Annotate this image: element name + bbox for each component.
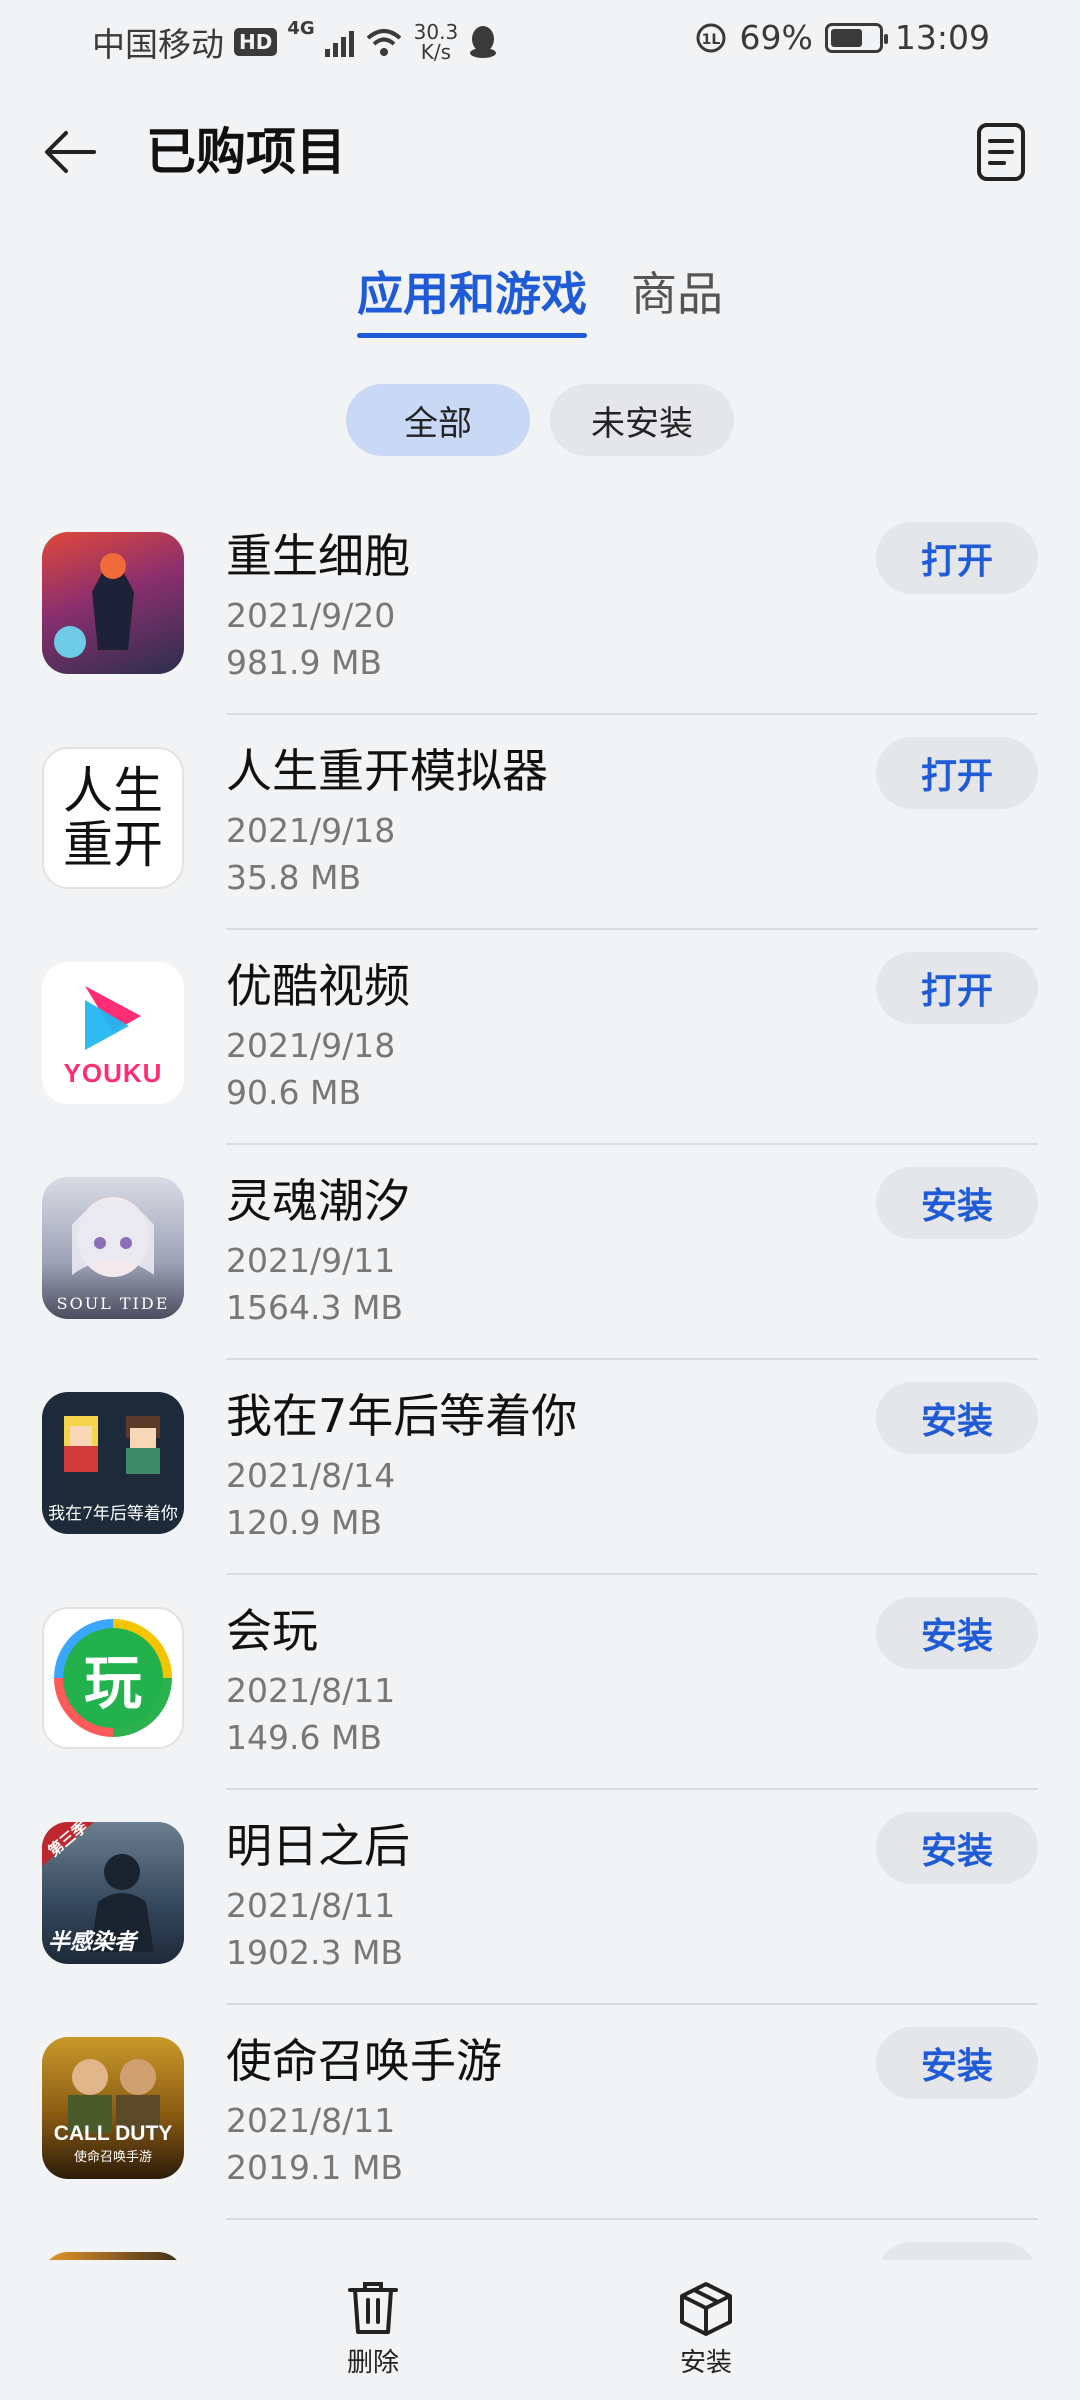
install-button[interactable]: 安装 (876, 1167, 1038, 1239)
huiwan-icon: 玩 (42, 1607, 184, 1749)
install-button[interactable]: 安装 (876, 1382, 1038, 1454)
tab-bar: 应用和游戏 商品 (0, 262, 1080, 338)
open-button[interactable]: 打开 (876, 522, 1038, 594)
purchase-date: 2021/8/11 (226, 2101, 396, 2140)
arrow-left-icon (45, 131, 96, 173)
dead-cells-icon (42, 532, 184, 674)
app-size: 90.6 MB (226, 1073, 362, 1112)
install-button[interactable]: 安装 (876, 2027, 1038, 2099)
filter-chips: 全部 未安装 (0, 384, 1080, 456)
trash-icon (348, 2282, 398, 2334)
document-icon (977, 123, 1025, 181)
install-all-button[interactable]: 安装 (626, 2280, 786, 2379)
app-size: 120.9 MB (226, 1503, 383, 1542)
net-speed: 30.3 K/s (413, 20, 459, 64)
install-button[interactable]: 安装 (876, 1812, 1038, 1884)
orders-button[interactable] (966, 114, 1036, 190)
app-size: 35.8 MB (226, 858, 362, 897)
filter-not-installed[interactable]: 未安装 (550, 384, 734, 456)
app-name: 会玩 (226, 1604, 318, 1658)
call-of-duty-icon: CALL DUTY 使命召唤手游 (42, 2037, 184, 2179)
list-item[interactable]: CALL DUTY 使命召唤手游 使命召唤手游 2021/8/11 2019.1… (0, 2005, 1080, 2220)
status-bar: 中国移动 HD 4G 30.3 K/s 1L 69% 13:09 (0, 0, 1080, 80)
install-label: 安装 (679, 2348, 732, 2378)
open-button[interactable]: 打开 (876, 737, 1038, 809)
data-saver-icon: 1L (696, 23, 726, 52)
app-name: 优酷视频 (226, 959, 410, 1013)
app-list: 重生细胞 2021/9/20 981.9 MB 打开 人生 重开 人生重开模拟器… (0, 500, 1080, 2260)
battery-percent: 69% (739, 18, 813, 57)
back-button[interactable] (38, 120, 102, 184)
clock: 13:09 (894, 18, 990, 57)
install-button[interactable]: 安装 (876, 1597, 1038, 1669)
app-name: 使命召唤手游 (226, 2034, 502, 2088)
list-item[interactable]: SOUL TIDE 灵魂潮汐 2021/9/11 1564.3 MB 安装 (0, 1145, 1080, 1360)
purchase-date: 2021/9/11 (226, 1241, 396, 1280)
soul-tide-icon: SOUL TIDE (42, 1177, 184, 1319)
app-size: 2019.1 MB (226, 2148, 404, 2187)
app-size: 149.6 MB (226, 1718, 383, 1757)
purchase-date: 2021/9/18 (226, 1026, 396, 1065)
open-button[interactable]: 打开 (876, 952, 1038, 1024)
lifeafter-icon: 第三季 半感染者 (42, 1822, 184, 1964)
delete-label: 删除 (346, 2348, 399, 2378)
app-name: 明日之后 (226, 1819, 410, 1873)
purchase-date: 2021/8/11 (226, 1886, 396, 1925)
app-icon (42, 2252, 184, 2260)
header: 已购项目 (0, 100, 1080, 200)
signal-icon (324, 27, 354, 57)
purchase-date: 2021/8/11 (226, 1671, 396, 1710)
delete-button[interactable]: 删除 (293, 2280, 453, 2379)
battery-icon (824, 22, 888, 53)
list-item[interactable]: 重生细胞 2021/9/20 981.9 MB 打开 (0, 500, 1080, 715)
app-size: 1564.3 MB (226, 1288, 404, 1327)
package-icon (680, 2282, 732, 2336)
list-item[interactable]: 我在7年后等着你 我在7年后等着你 2021/8/14 120.9 MB 安装 (0, 1360, 1080, 1575)
app-name: 重生细胞 (226, 529, 410, 583)
waiting-seven-years-icon: 我在7年后等着你 (42, 1392, 184, 1534)
purchase-date: 2021/9/18 (226, 811, 396, 850)
app-size: 1902.3 MB (226, 1933, 404, 1972)
wifi-icon (366, 29, 401, 56)
qq-icon (470, 26, 497, 58)
carrier-label: 中国移动 (92, 25, 224, 64)
page-title: 已购项目 (146, 123, 346, 181)
action-button[interactable] (876, 2242, 1038, 2260)
purchase-date: 2021/9/20 (226, 596, 396, 635)
list-item[interactable]: 玩 会玩 2021/8/11 149.6 MB 安装 (0, 1575, 1080, 1790)
app-name: 我在7年后等着你 (226, 1389, 578, 1443)
bottom-toolbar: 删除 安装 (0, 2262, 1080, 2400)
tab-products[interactable]: 商品 (631, 262, 723, 338)
filter-all[interactable]: 全部 (346, 384, 530, 456)
app-name: 人生重开模拟器 (226, 744, 548, 798)
youku-icon: YOUKU (42, 962, 184, 1104)
app-name: 灵魂潮汐 (226, 1174, 410, 1228)
list-item[interactable]: 人生 重开 人生重开模拟器 2021/9/18 35.8 MB 打开 (0, 715, 1080, 930)
list-item-partial[interactable] (0, 2220, 1080, 2260)
app-size: 981.9 MB (226, 643, 383, 682)
life-restart-icon: 人生 重开 (42, 747, 184, 889)
list-item[interactable]: YOUKU 优酷视频 2021/9/18 90.6 MB 打开 (0, 930, 1080, 1145)
hd-badge: HD (234, 28, 278, 56)
network-type: 4G (287, 18, 315, 39)
list-item[interactable]: 第三季 半感染者 明日之后 2021/8/11 1902.3 MB 安装 (0, 1790, 1080, 2005)
tab-apps-games[interactable]: 应用和游戏 (357, 262, 587, 338)
svg-text:1L: 1L (701, 32, 720, 48)
purchase-date: 2021/8/14 (226, 1456, 396, 1495)
